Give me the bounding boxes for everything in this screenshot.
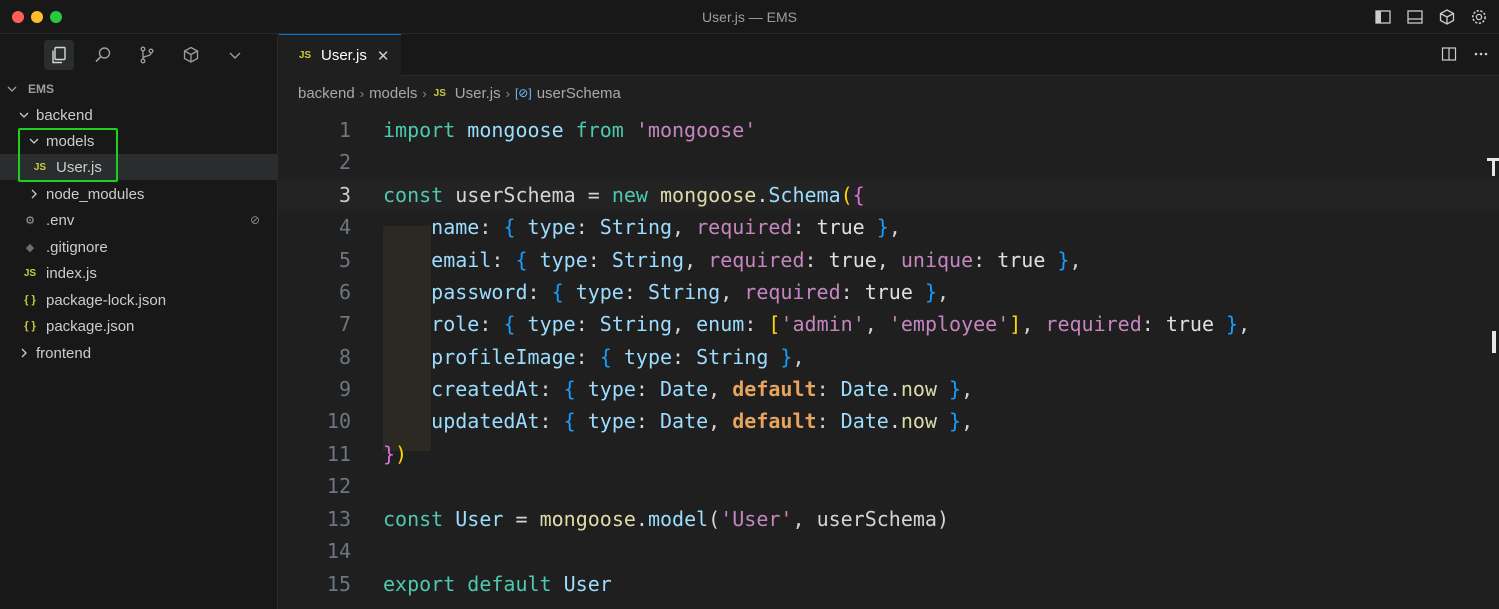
tree-item-frontend[interactable]: frontend [0, 340, 278, 366]
extensions-cube-icon[interactable] [176, 40, 206, 70]
toggle-sidebar-icon[interactable] [1373, 7, 1393, 27]
code-line[interactable]: 8 profileImage: { type: String }, [279, 341, 1499, 373]
workspace-name: EMS [28, 82, 55, 96]
breadcrumb-item[interactable]: models [369, 85, 417, 102]
scrollbar-thumb[interactable] [1492, 331, 1496, 353]
tree-item-label: frontend [36, 344, 92, 362]
code-line[interactable]: 10 updatedAt: { type: Date, default: Dat… [279, 405, 1499, 437]
explorer-section-header[interactable]: EMS [6, 82, 54, 96]
line-number: 13 [326, 507, 351, 531]
line-number: 9 [338, 377, 351, 401]
source-control-icon[interactable] [132, 40, 162, 70]
code-line[interactable]: 9 createdAt: { type: Date, default: Date… [279, 373, 1499, 405]
chevron-down-icon [6, 83, 18, 95]
tree-item-package-json[interactable]: { } package.json [0, 313, 278, 339]
tree-item-user-js[interactable]: JS User.js [0, 154, 278, 180]
chevron-right-icon [28, 188, 40, 200]
javascript-file-icon: JS [23, 267, 37, 279]
line-number: 1 [338, 118, 351, 142]
tab-bar: JS User.js ✕ [279, 34, 1499, 76]
tree-item-backend[interactable]: backend [0, 102, 278, 128]
tree-item-package-lock-json[interactable]: { } package-lock.json [0, 287, 278, 313]
line-number: 12 [326, 474, 351, 498]
breadcrumb-item[interactable]: userSchema [537, 85, 621, 102]
explorer-icon[interactable] [44, 40, 74, 70]
breadcrumb: backend › models › JS User.js › [⊘] user… [279, 76, 1499, 110]
title-bar: User.js — EMS [0, 0, 1499, 34]
tree-item-label: .env [46, 211, 75, 229]
split-editor-icon[interactable] [1441, 46, 1457, 67]
git-file-icon: ◆ [25, 241, 35, 254]
code-line[interactable]: 4 name: { type: String, required: true }… [279, 211, 1499, 243]
tree-item-label: .gitignore [46, 238, 108, 256]
chevron-right-icon: › [422, 85, 427, 101]
line-number: 4 [338, 215, 351, 239]
breadcrumb-item[interactable]: User.js [455, 85, 501, 102]
code-line[interactable]: 2 [279, 146, 1499, 178]
line-number: 5 [338, 248, 351, 272]
tree-item-label: backend [36, 106, 93, 124]
tree-item-label: package.json [46, 317, 135, 335]
tree-item-env[interactable]: ⚙ .env ⊘ [0, 207, 278, 233]
window-title: User.js — EMS [702, 9, 797, 25]
code-line[interactable]: 1 import mongoose from 'mongoose' [279, 114, 1499, 146]
search-icon[interactable] [88, 40, 118, 70]
code-line[interactable]: 11 }) [279, 438, 1499, 470]
json-file-icon: { } [24, 320, 36, 332]
chevron-right-icon [18, 347, 30, 359]
close-tab-icon[interactable]: ✕ [377, 47, 390, 65]
gear-icon[interactable] [1469, 7, 1489, 27]
editor-area: JS User.js ✕ backend › models › JS User.… [279, 34, 1499, 609]
minimap-marker [1492, 158, 1495, 176]
code-line[interactable]: 13 const User = mongoose.model('User', u… [279, 503, 1499, 535]
tree-item-label: node_modules [46, 185, 145, 203]
code-line[interactable]: 7 role: { type: String, enum: ['admin', … [279, 308, 1499, 340]
chevron-down-icon [28, 135, 40, 147]
explorer-sidebar: EMS backend models JS User.js node_modul… [0, 34, 278, 609]
cube-icon[interactable] [1437, 7, 1457, 27]
tree-item-gitignore[interactable]: ◆ .gitignore [0, 234, 278, 260]
code-line[interactable]: 15 export default User [279, 568, 1499, 600]
ignored-badge-icon: ⊘ [249, 213, 260, 227]
activity-bar [0, 34, 277, 76]
code-line[interactable]: 5 email: { type: String, required: true,… [279, 244, 1499, 276]
tree-item-label: package-lock.json [46, 291, 167, 309]
line-number: 2 [338, 150, 351, 174]
javascript-file-icon: JS [433, 87, 446, 99]
javascript-file-icon: JS [298, 50, 312, 61]
symbol-variable-icon: [⊘] [514, 86, 532, 100]
tab-label: User.js [321, 47, 367, 64]
line-number: 15 [326, 572, 351, 596]
code-line[interactable]: 14 [279, 535, 1499, 567]
line-number: 11 [326, 442, 351, 466]
chevron-right-icon: › [359, 85, 365, 101]
tree-item-label: index.js [46, 264, 97, 282]
tree-item-node-modules[interactable]: node_modules [0, 181, 278, 207]
tree-item-index-js[interactable]: JS index.js [0, 260, 278, 286]
chevron-right-icon: › [505, 85, 510, 101]
chevron-down-icon [18, 109, 30, 121]
code-line[interactable]: 12 [279, 470, 1499, 502]
more-actions-icon[interactable] [1473, 46, 1489, 67]
settings-file-icon: ⚙ [25, 214, 35, 227]
line-number: 7 [338, 312, 351, 336]
line-number: 10 [326, 409, 351, 433]
line-number: 8 [338, 345, 351, 369]
code-line-current[interactable]: 3 const userSchema = new mongoose.Schema… [279, 179, 1499, 211]
toggle-panel-icon[interactable] [1405, 7, 1425, 27]
line-number: 3 [338, 183, 351, 207]
chevron-down-icon[interactable] [220, 40, 250, 70]
line-number: 14 [326, 539, 351, 563]
tree-item-models[interactable]: models [0, 128, 278, 154]
tab-user-js[interactable]: JS User.js ✕ [279, 34, 401, 76]
line-number: 6 [338, 280, 351, 304]
javascript-file-icon: JS [33, 161, 47, 173]
breadcrumb-item[interactable]: backend [298, 85, 355, 102]
tree-item-label: models [46, 132, 95, 150]
json-file-icon: { } [24, 294, 36, 306]
code-line[interactable]: 6 password: { type: String, required: tr… [279, 276, 1499, 308]
tree-item-label: User.js [56, 158, 102, 176]
